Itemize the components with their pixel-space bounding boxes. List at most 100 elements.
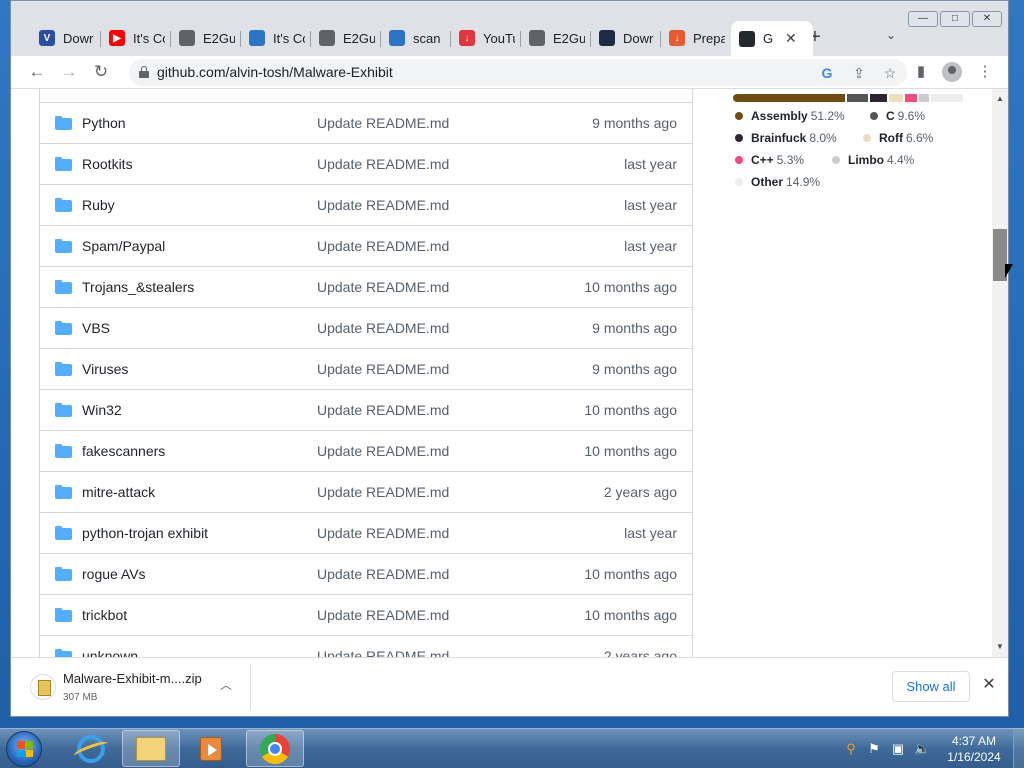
commit-message-link[interactable]: Update README.md [317, 443, 449, 459]
file-name-link[interactable]: trickbot [82, 607, 127, 623]
language-item[interactable]: C 9.6% [870, 109, 925, 123]
commit-message-link[interactable]: Update README.md [317, 402, 449, 418]
commit-message-link[interactable]: Update README.md [317, 607, 449, 623]
table-row: python-trojan exhibit Update README.md las… [40, 512, 692, 553]
action-center-flag-icon[interactable]: ⚑ [866, 741, 882, 757]
table-row: Viruses Update README.md 9 months ago [40, 348, 692, 389]
file-name-link[interactable]: VBS [82, 320, 110, 336]
language-dot-icon [870, 112, 878, 120]
chrome-menu-icon[interactable]: ⋮ [973, 60, 997, 84]
taskbar-internet-explorer[interactable] [62, 730, 120, 767]
language-bar-segment[interactable] [930, 94, 964, 102]
taskbar-file-explorer[interactable] [122, 730, 180, 767]
language-item[interactable]: Assembly 51.2% [735, 109, 845, 123]
file-name-link[interactable]: Python [82, 115, 126, 131]
zip-file-icon[interactable] [30, 674, 56, 700]
commit-date: 2 years ago [603, 484, 677, 500]
google-translate-icon[interactable]: G [817, 63, 837, 83]
back-button[interactable]: ← [25, 60, 49, 84]
file-name-link[interactable]: Rootkits [82, 156, 133, 172]
language-item[interactable]: Limbo 4.4% [832, 153, 914, 167]
volume-muted-icon[interactable]: 🔈 [914, 741, 930, 757]
browser-tab[interactable]: V Dowr [31, 23, 101, 53]
reload-button[interactable]: ↻ [89, 60, 113, 84]
commit-date: 10 months ago [584, 402, 677, 418]
show-desktop-button[interactable] [1013, 729, 1024, 768]
mouse-cursor-icon [1005, 264, 1013, 278]
browser-tab[interactable]: E2Gu [311, 23, 381, 53]
tab-close-icon[interactable]: ✕ [785, 30, 797, 47]
share-icon[interactable]: ⇪ [849, 63, 869, 83]
download-file-size: 307 MB [63, 692, 98, 703]
commit-message-link[interactable]: Update README.md [317, 361, 449, 377]
minimize-button[interactable]: — [908, 11, 938, 27]
tab-search-button[interactable]: ⌄ [881, 28, 901, 48]
browser-tab[interactable]: ↓ Prepa [661, 23, 731, 53]
browser-tab[interactable]: scan [381, 23, 451, 53]
file-name-link[interactable]: Trojans_&stealers [82, 279, 194, 295]
system-clock[interactable]: 4:37 AM 1/16/2024 [942, 733, 1006, 765]
file-name-link[interactable]: unknown [82, 648, 138, 657]
language-bar-segment[interactable] [905, 94, 917, 102]
maximize-button[interactable]: □ [940, 11, 970, 27]
commit-message-link[interactable]: Update README.md [317, 484, 449, 500]
chevron-up-icon[interactable]: ︿ [216, 676, 236, 696]
language-item[interactable]: C++ 5.3% [735, 153, 804, 167]
file-name-link[interactable]: Win32 [82, 402, 122, 418]
download-file-name[interactable]: Malware-Exhibit-m....zip [63, 671, 202, 686]
commit-message-link[interactable]: Update README.md [317, 648, 449, 657]
file-name-link[interactable]: Ruby [82, 197, 115, 213]
side-panel-icon[interactable]: ▮ [909, 60, 933, 84]
file-name-link[interactable]: Viruses [82, 361, 128, 377]
address-bar[interactable]: github.com/alvin-tosh/Malware-Exhibit G … [129, 59, 907, 86]
file-name-link[interactable]: rogue AVs [82, 566, 146, 582]
language-bar-segment[interactable] [918, 94, 929, 102]
commit-message-link[interactable]: Update README.md [317, 115, 449, 131]
language-dot-icon [832, 156, 840, 164]
commit-message-link[interactable]: Update README.md [317, 320, 449, 336]
tab-favicon-icon [319, 30, 335, 46]
taskbar-media-player[interactable] [182, 730, 240, 767]
browser-tab[interactable]: Dowr [591, 23, 661, 53]
browser-tab[interactable]: E2Gu [171, 23, 241, 53]
start-button[interactable] [6, 731, 42, 767]
scroll-up-arrow-icon[interactable]: ▲ [992, 91, 1008, 107]
browser-tab[interactable]: G ✕ [731, 21, 813, 56]
browser-tab[interactable]: E2Gu [521, 23, 591, 53]
language-item[interactable]: Roff 6.6% [863, 131, 933, 145]
language-item[interactable]: Brainfuck 8.0% [735, 131, 837, 145]
bookmark-star-icon[interactable]: ☆ [880, 63, 900, 83]
network-icon[interactable]: ▣ [890, 741, 906, 757]
commit-date: 9 months ago [592, 320, 677, 336]
file-name-link[interactable]: Spam/Paypal [82, 238, 165, 254]
commit-message-link[interactable]: Update README.md [317, 197, 449, 213]
commit-message-link[interactable]: Update README.md [317, 238, 449, 254]
taskbar-chrome[interactable] [246, 730, 304, 767]
scroll-down-arrow-icon[interactable]: ▼ [992, 639, 1008, 655]
commit-message-link[interactable]: Update README.md [317, 156, 449, 172]
close-window-button[interactable]: ✕ [972, 11, 1002, 27]
commit-message-link[interactable]: Update README.md [317, 566, 449, 582]
tab-favicon-icon [599, 30, 615, 46]
file-name-link[interactable]: fakescanners [82, 443, 165, 459]
commit-message-link[interactable]: Update README.md [317, 279, 449, 295]
show-all-button[interactable]: Show all [892, 671, 970, 702]
browser-tab[interactable]: ↓ YouTu [451, 23, 521, 53]
profile-avatar-icon[interactable] [942, 62, 962, 82]
search-icon[interactable]: ⚲ [843, 741, 859, 757]
language-bar-segment[interactable] [733, 94, 845, 102]
browser-tab[interactable]: It's Co [241, 23, 311, 53]
browser-tab[interactable]: ▶ It's Co [101, 23, 171, 53]
language-bar-segment[interactable] [869, 94, 887, 102]
file-name-link[interactable]: mitre-attack [82, 484, 155, 500]
language-bar-segment[interactable] [889, 94, 904, 102]
language-item[interactable]: Other 14.9% [735, 175, 820, 189]
commit-message-link[interactable]: Update README.md [317, 525, 449, 541]
forward-button[interactable]: → [57, 60, 81, 84]
close-icon[interactable]: ✕ [979, 675, 999, 695]
file-name-link[interactable]: python-trojan exhibit [82, 525, 208, 541]
lock-icon[interactable] [139, 66, 149, 78]
language-bar-segment[interactable] [846, 94, 868, 102]
page-scrollbar[interactable]: ▲ ▼ [992, 89, 1008, 657]
url-text[interactable]: github.com/alvin-tosh/Malware-Exhibit [157, 64, 393, 80]
